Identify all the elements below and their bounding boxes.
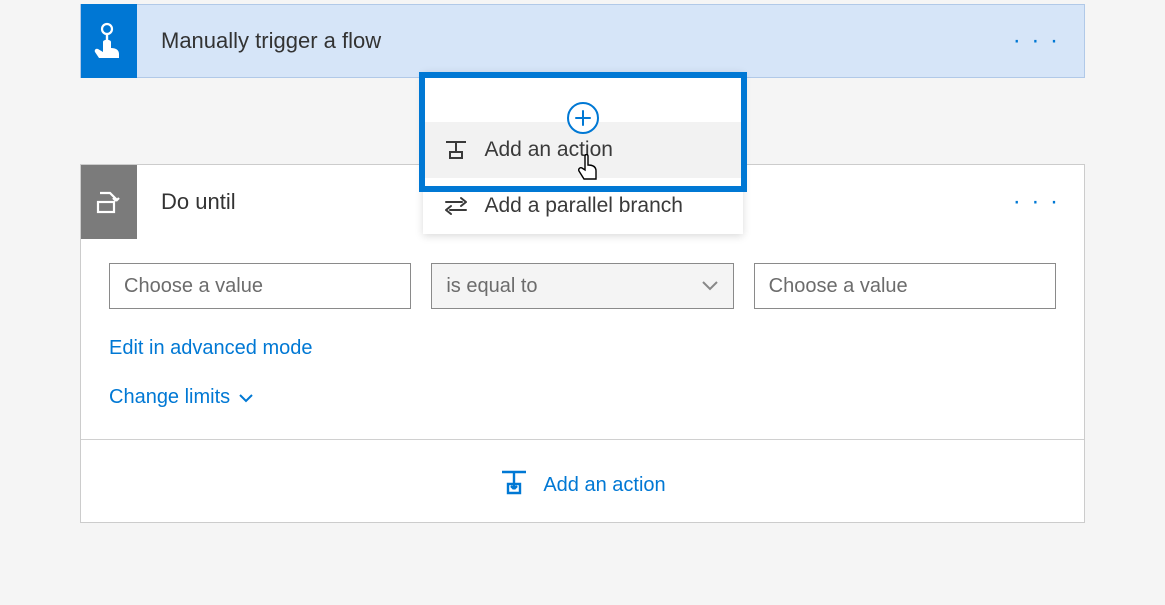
trigger-card[interactable]: Manually trigger a flow · · · [80,4,1085,78]
trigger-menu-ellipsis[interactable]: · · · [989,27,1084,55]
add-action-inside-label: Add an action [543,474,665,497]
condition-right-input[interactable] [754,263,1056,309]
add-action-icon [499,468,529,502]
insert-step-menu: Add an action Add a parallel branch [423,72,743,234]
add-action-icon [443,139,469,161]
condition-left-input[interactable] [109,263,411,309]
menu-add-parallel-branch[interactable]: Add a parallel branch [423,178,743,234]
trigger-title: Manually trigger a flow [137,28,989,54]
do-until-ellipsis[interactable]: · · · [989,188,1084,216]
menu-add-action-label: Add an action [485,138,613,162]
change-limits-link[interactable]: Change limits [109,386,1056,409]
condition-row: is equal to [109,263,1056,309]
change-limits-label: Change limits [109,386,230,409]
add-action-inside-button[interactable]: Add an action [109,440,1056,502]
chevron-down-icon [701,275,719,298]
edit-advanced-mode-link[interactable]: Edit in advanced mode [109,337,1056,360]
manual-trigger-icon [81,4,137,78]
condition-operator-select[interactable]: is equal to [431,263,733,309]
chevron-down-icon [238,386,254,409]
add-step-button[interactable] [567,102,599,134]
do-until-icon [81,165,137,239]
condition-operator-label: is equal to [446,275,537,298]
parallel-branch-icon [443,196,469,216]
menu-add-parallel-label: Add a parallel branch [485,194,683,218]
